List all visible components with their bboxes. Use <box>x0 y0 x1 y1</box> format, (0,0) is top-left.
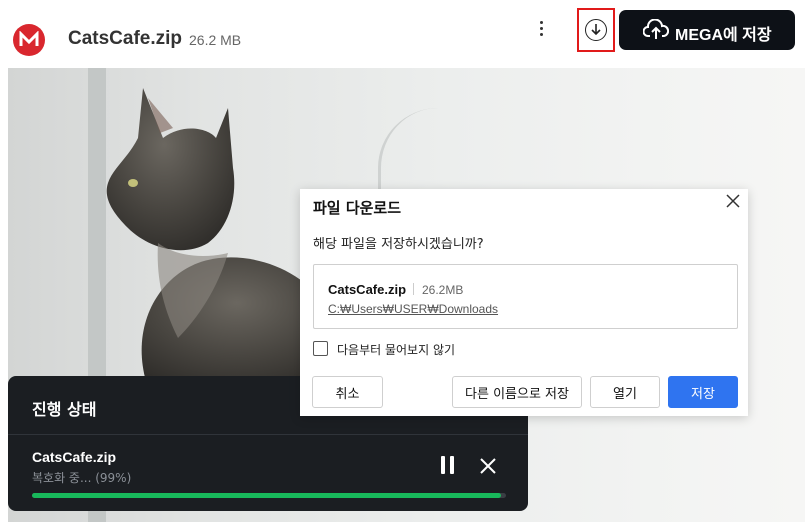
download-circle-icon[interactable] <box>585 19 607 41</box>
dialog-file-path-link[interactable]: C:₩Users₩USER₩Downloads <box>328 302 498 316</box>
progress-bar <box>32 493 506 498</box>
file-download-dialog: 파일 다운로드 해당 파일을 저장하시겠습니까? CatsCafe.zip 26… <box>300 189 748 416</box>
file-size: 26.2 MB <box>189 32 242 48</box>
file-name: CatsCafe.zip <box>68 28 183 49</box>
progress-status: 복호화 중... (99%) <box>32 471 132 485</box>
progress-file-name: CatsCafe.zip <box>32 449 117 465</box>
pause-icon[interactable] <box>439 456 457 476</box>
save-to-mega-button[interactable]: MEGA에 저장 <box>619 10 795 50</box>
mega-logo-icon[interactable] <box>13 24 45 56</box>
dialog-title: 파일 다운로드 <box>313 199 402 217</box>
dialog-question: 해당 파일을 저장하시겠습니까? <box>313 237 484 252</box>
progress-bar-fill <box>32 493 502 498</box>
save-button[interactable]: 저장 <box>668 376 738 408</box>
save-as-button[interactable]: 다른 이름으로 저장 <box>452 376 582 408</box>
kebab-menu-icon[interactable] <box>530 18 552 42</box>
dialog-file-size: 26.2MB <box>422 283 464 297</box>
app-header: CatsCafe.zip 26.2 MB MEGA에 저장 <box>0 0 805 68</box>
save-to-mega-label: MEGA에 저장 <box>675 27 772 44</box>
dialog-close-icon[interactable] <box>724 191 742 209</box>
dialog-file-info: CatsCafe.zip 26.2MB C:₩Users₩USER₩Downlo… <box>313 264 738 329</box>
open-button[interactable]: 열기 <box>590 376 660 408</box>
dont-ask-checkbox[interactable] <box>313 341 328 356</box>
cancel-button[interactable]: 취소 <box>312 376 383 408</box>
progress-panel-title: 진행 상태 <box>32 400 97 419</box>
dont-ask-checkbox-label[interactable]: 다음부터 물어보지 않기 <box>337 341 455 358</box>
cloud-upload-icon <box>643 19 669 39</box>
dialog-file-name: CatsCafe.zip <box>328 282 407 297</box>
close-icon[interactable] <box>478 456 498 476</box>
